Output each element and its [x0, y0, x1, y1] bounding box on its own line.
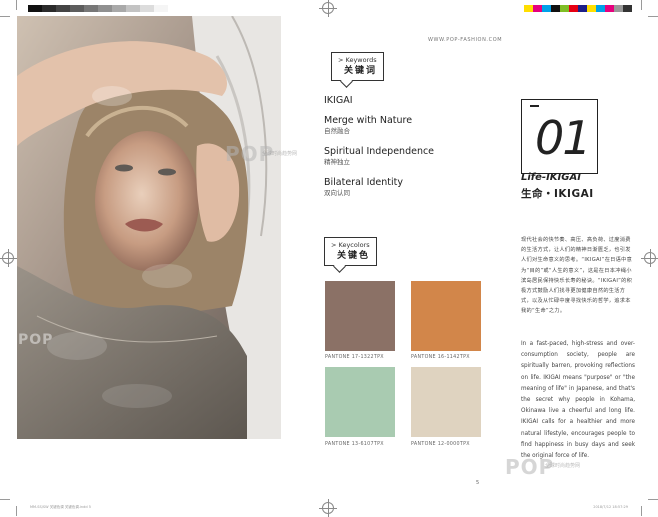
calibration-patch: [98, 5, 112, 12]
calibration-patch: [614, 5, 623, 12]
calibration-patch: [140, 5, 154, 12]
registration-mark: [319, 499, 337, 517]
keyword-item: Bilateral Identity 双向认同: [324, 177, 403, 198]
keyword-en: Merge with Nature: [324, 115, 413, 126]
grayscale-calibration-bar: [28, 5, 168, 12]
crop-mark: [0, 16, 10, 17]
watermark-text: 全球时尚趋势网: [545, 463, 581, 469]
theme-title-cn: 生命・IKIGAI: [521, 188, 594, 200]
calibration-patch: [70, 5, 84, 12]
keyword-cn: 精神独立: [324, 158, 350, 166]
calibration-patch: [84, 5, 98, 12]
calibration-patch: [56, 5, 70, 12]
calibration-patch: [578, 5, 587, 12]
color-calibration-bar: [524, 5, 632, 12]
keyword-en: Bilateral Identity: [324, 177, 403, 188]
page-number: 5: [476, 480, 480, 486]
calibration-patch: [560, 5, 569, 12]
crop-mark: [16, 506, 17, 516]
keycolors-tag: > Keycolors 关键色: [324, 237, 378, 266]
crop-mark: [16, 0, 17, 10]
pantone-code: PANTONE 12-0000TPX: [411, 442, 470, 447]
keyword-cn: 自然融合: [324, 127, 350, 135]
theme-dash: [530, 105, 539, 107]
color-swatch: [325, 281, 395, 351]
watermark-logo: POP: [18, 332, 54, 348]
keyword-item: Spiritual Independence 精神独立: [324, 146, 434, 167]
calibration-patch: [605, 5, 614, 12]
color-swatch: [411, 281, 481, 351]
registration-mark: [0, 249, 17, 267]
calibration-patch: [542, 5, 551, 12]
calibration-patch: [126, 5, 140, 12]
calibration-patch: [569, 5, 578, 12]
pantone-code: PANTONE 13-6107TPX: [325, 442, 384, 447]
footer-timestamp: 2018/7/12 18:57:29: [593, 505, 628, 509]
website-url: WWW.POP-FASHION.COM: [428, 37, 503, 43]
keywords-tag-cn: 关键词: [344, 66, 378, 76]
crop-mark: [0, 499, 10, 500]
keyword-en: Spiritual Independence: [324, 146, 435, 157]
crop-mark: [648, 16, 658, 17]
calibration-patch: [533, 5, 542, 12]
keyword-item: Merge with Nature 自然融合: [324, 115, 412, 136]
keyword-en: IKIGAI: [324, 95, 353, 106]
calibration-patch: [587, 5, 596, 12]
keywords-tag-en: > Keywords: [338, 56, 377, 64]
portrait-photo: [17, 16, 281, 439]
body-text-en: In a fast-paced, high-stress and over-co…: [521, 341, 635, 460]
keycolors-tag-cn: 关键色: [337, 251, 371, 261]
crop-mark: [641, 0, 642, 10]
crop-mark: [641, 506, 642, 516]
calibration-patch: [524, 5, 533, 12]
theme-title-en: Life-IKIGAI: [521, 172, 581, 183]
calibration-patch: [623, 5, 632, 12]
pantone-code: PANTONE 17-1322TPX: [325, 355, 384, 360]
keyword-item: IKIGAI: [324, 95, 353, 107]
watermark-text: 全球时尚趋势网: [262, 151, 298, 157]
theme-number: 01: [535, 111, 592, 165]
calibration-patch: [551, 5, 560, 12]
keycolors-tag-en: > Keycolors: [331, 241, 370, 249]
calibration-patch: [42, 5, 56, 12]
color-swatch: [325, 367, 395, 437]
pantone-code: PANTONE 16-1142TPX: [411, 355, 470, 360]
calibration-patch: [596, 5, 605, 12]
calibration-patch: [154, 5, 168, 12]
body-text-cn: 现代社会的快节奏、高压、高负荷、过度消费的生活方式，让人们的精神日渐匮乏，也引发…: [521, 237, 633, 315]
keyword-cn: 双向认同: [324, 189, 350, 197]
keywords-tag: > Keywords 关键词: [331, 52, 385, 81]
crop-mark: [648, 499, 658, 500]
registration-mark: [641, 249, 658, 267]
footer-file-info: MM-SS/SW 关键色调 关键色调.indd 5: [30, 505, 91, 509]
color-swatch: [411, 367, 481, 437]
registration-mark: [319, 0, 337, 17]
calibration-patch: [28, 5, 42, 12]
calibration-patch: [112, 5, 126, 12]
